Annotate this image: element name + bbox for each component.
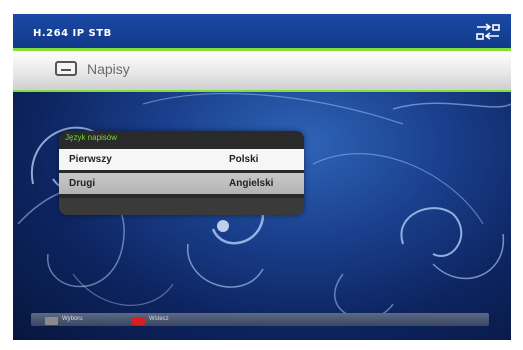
red-key-icon (132, 317, 145, 325)
brand-label: H.264 IP STB (33, 28, 112, 39)
dialog-title: Język napisów (65, 133, 118, 142)
option-value-second: Angielski (229, 178, 274, 189)
grey-key-icon (45, 317, 58, 325)
title-divider (13, 90, 511, 92)
dialog-footer (59, 198, 304, 215)
hint-select-label: Wyboru (62, 316, 83, 322)
page-title: Napisy (87, 61, 130, 77)
option-row-second[interactable]: Drugi Angielski (59, 173, 304, 194)
option-row-first[interactable]: Pierwszy Polski (59, 149, 304, 170)
network-icon (476, 23, 500, 40)
hint-back-label: Wstecz (149, 316, 169, 322)
screen-frame: H.264 IP STB Napisy Język napisów Pierws… (0, 0, 523, 350)
option-label-second: Drugi (69, 178, 96, 189)
hint-bar (31, 313, 489, 326)
subtitles-icon (55, 61, 77, 76)
option-value-first: Polski (229, 154, 259, 165)
option-label-first: Pierwszy (69, 154, 112, 165)
